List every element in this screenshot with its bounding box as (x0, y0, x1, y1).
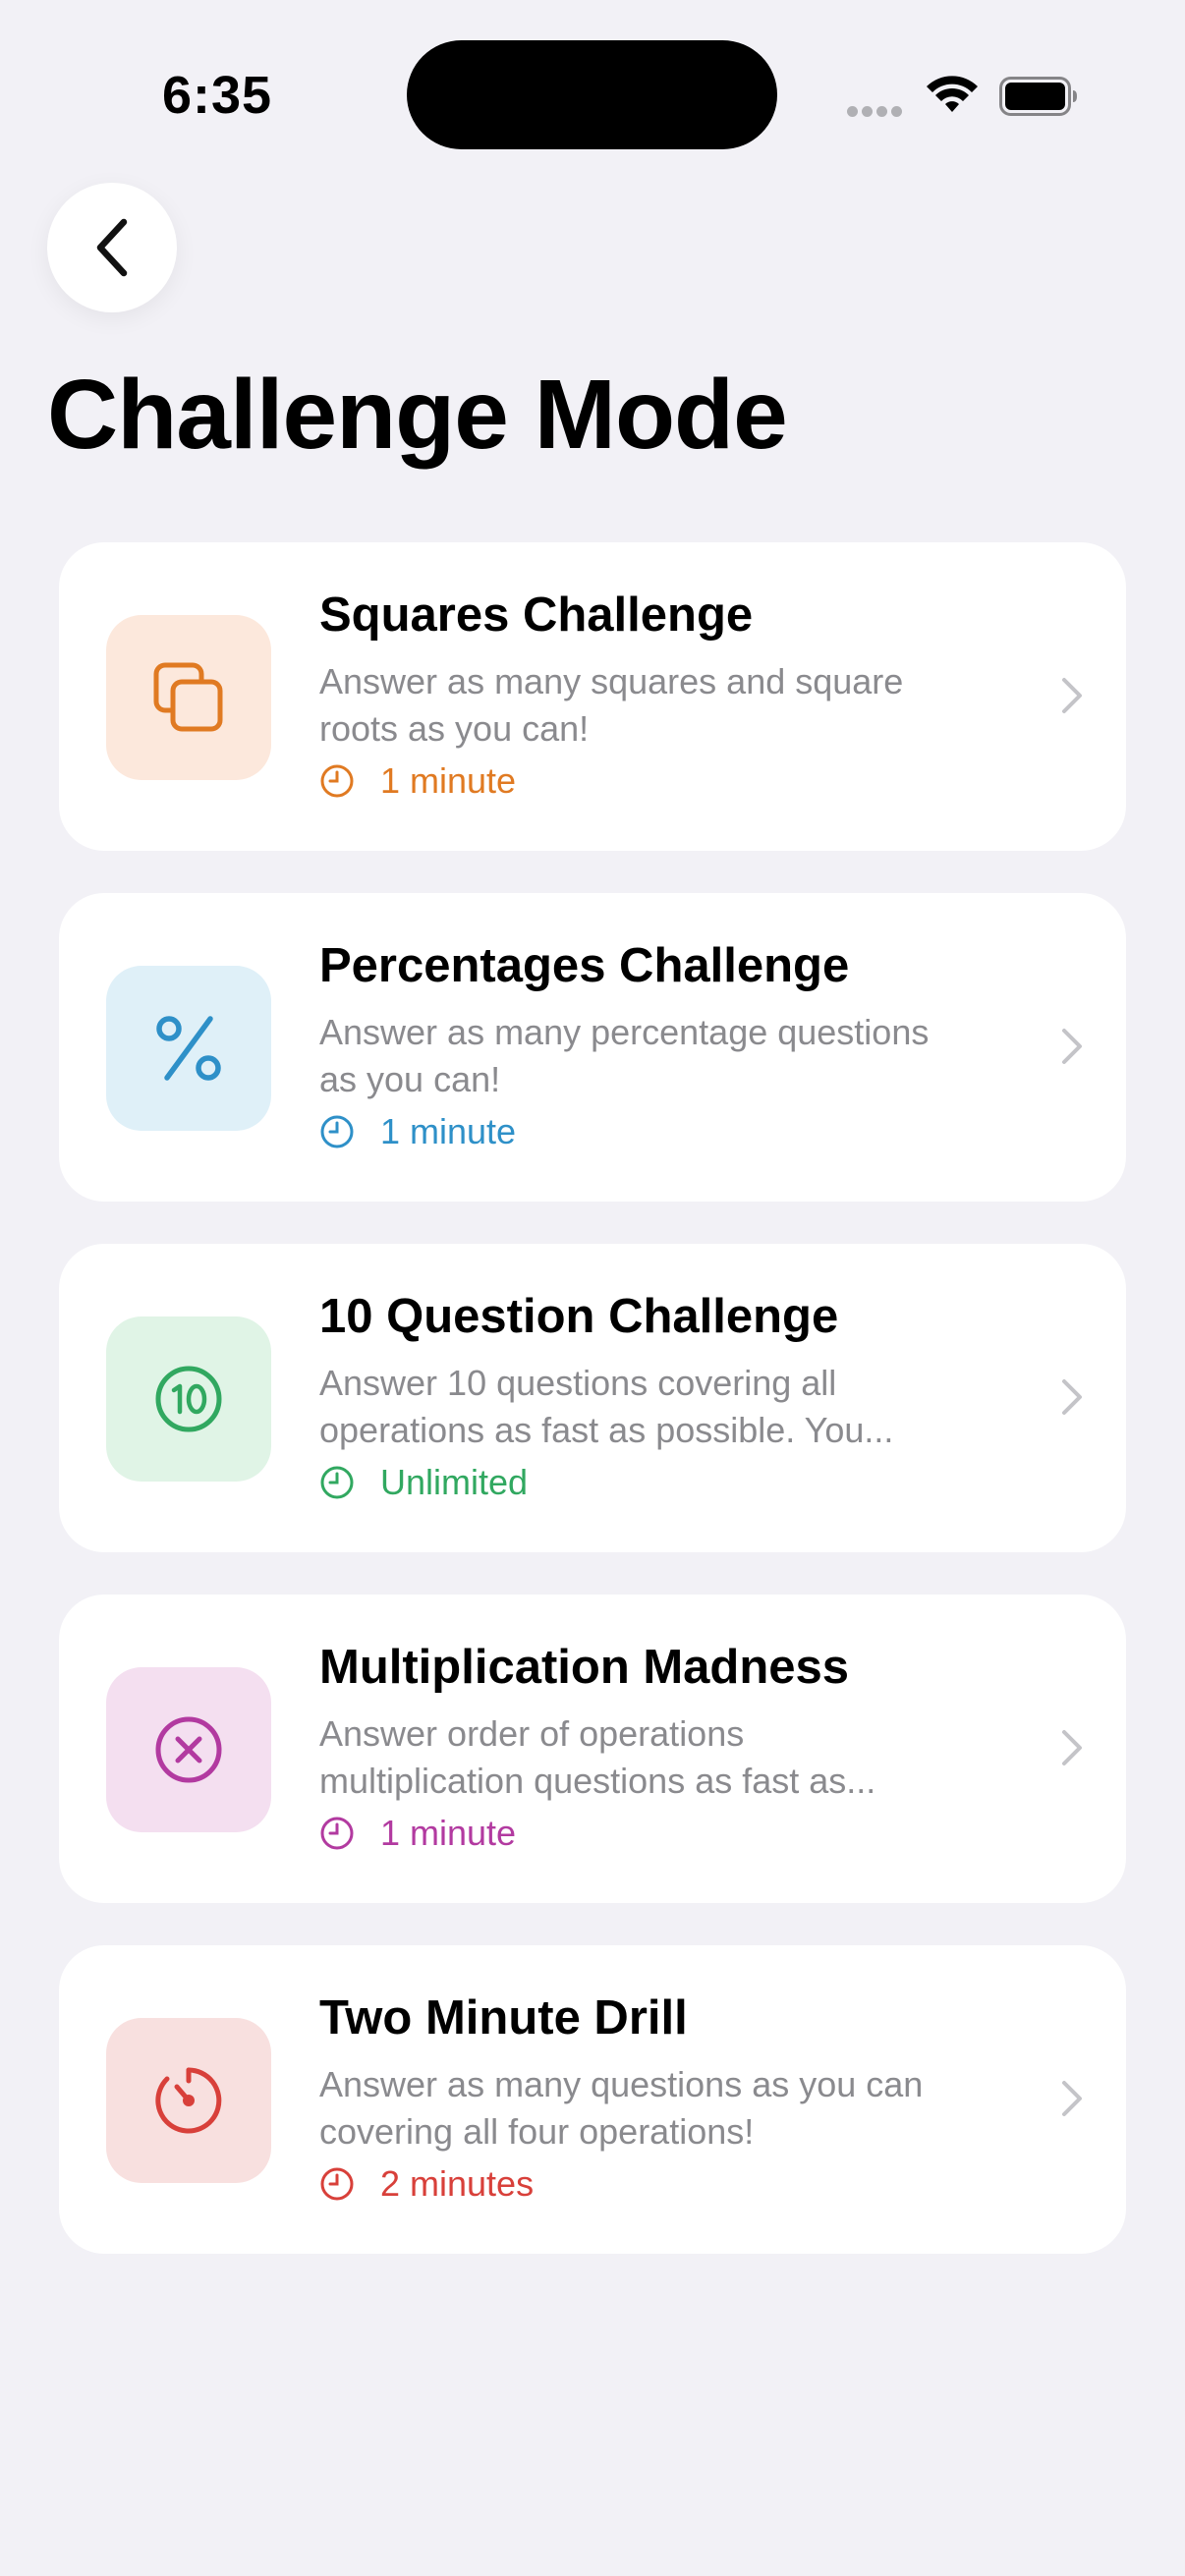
chevron-right-icon (1062, 678, 1082, 713)
challenge-duration: 1 minute (319, 760, 516, 802)
challenge-title: 10 Question Challenge (319, 1290, 839, 1343)
chevron-right-icon (1062, 2081, 1082, 2116)
status-bar: 6:35 (0, 0, 1185, 187)
duration-label: Unlimited (380, 1462, 529, 1502)
chevron-left-icon (96, 218, 128, 277)
challenge-description: Answer as many squares and square roots … (319, 661, 904, 749)
challenge-duration: Unlimited (319, 1462, 528, 1503)
challenge-duration: 1 minute (319, 1111, 516, 1152)
challenge-icon-tile (106, 2018, 271, 2183)
challenge-list: Squares Challenge Answer as many squares… (59, 542, 1126, 2296)
challenge-description: Answer order of operations multiplicatio… (319, 1713, 876, 1801)
dynamic-island (407, 40, 777, 149)
challenge-card-multiplication-madness[interactable]: Multiplication Madness Answer order of o… (59, 1595, 1126, 1903)
challenge-card-10-question[interactable]: 10 Question Challenge Answer 10 question… (59, 1244, 1126, 1552)
battery-icon (999, 77, 1077, 116)
timer-icon (155, 2067, 222, 2134)
percent-icon (156, 1016, 221, 1081)
challenge-icon-tile (106, 966, 271, 1131)
chevron-right-icon (1062, 1029, 1082, 1064)
status-time: 6:35 (162, 66, 273, 125)
clock-icon (319, 2166, 355, 2202)
challenge-icon-tile (106, 1316, 271, 1482)
cellular-signal-icon (847, 104, 906, 122)
challenge-title: Squares Challenge (319, 588, 754, 642)
squares-icon (153, 662, 223, 732)
clock-icon (319, 1816, 355, 1851)
duration-label: 2 minutes (380, 2163, 535, 2204)
challenge-title: Multiplication Madness (319, 1641, 850, 1694)
challenge-description: Answer 10 questions covering all operati… (319, 1363, 894, 1450)
challenge-icon-tile (106, 1667, 271, 1832)
page-title: Challenge Mode (47, 360, 788, 470)
clock-icon (319, 1465, 355, 1500)
challenge-title: Percentages Challenge (319, 939, 850, 992)
challenge-duration: 1 minute (319, 1813, 516, 1854)
challenge-icon-tile (106, 615, 271, 780)
challenge-card-percentages[interactable]: Percentages Challenge Answer as many per… (59, 893, 1126, 1202)
challenge-title: Two Minute Drill (319, 1991, 688, 2044)
number-ten-circle-icon (155, 1366, 222, 1432)
clock-icon (319, 763, 355, 799)
multiply-circle-icon (155, 1716, 222, 1783)
wifi-icon (927, 76, 978, 112)
challenge-duration: 2 minutes (319, 2163, 534, 2205)
status-icons (847, 69, 1083, 128)
challenge-description: Answer as many percentage questions as y… (319, 1012, 930, 1099)
challenge-description: Answer as many questions as you can cove… (319, 2064, 924, 2152)
duration-label: 1 minute (380, 1111, 517, 1151)
clock-icon (319, 1114, 355, 1149)
chevron-right-icon (1062, 1379, 1082, 1415)
chevron-right-icon (1062, 1730, 1082, 1765)
challenge-card-squares[interactable]: Squares Challenge Answer as many squares… (59, 542, 1126, 851)
duration-label: 1 minute (380, 760, 517, 801)
challenge-card-two-minute-drill[interactable]: Two Minute Drill Answer as many question… (59, 1945, 1126, 2254)
duration-label: 1 minute (380, 1813, 517, 1853)
back-button[interactable] (47, 183, 177, 312)
